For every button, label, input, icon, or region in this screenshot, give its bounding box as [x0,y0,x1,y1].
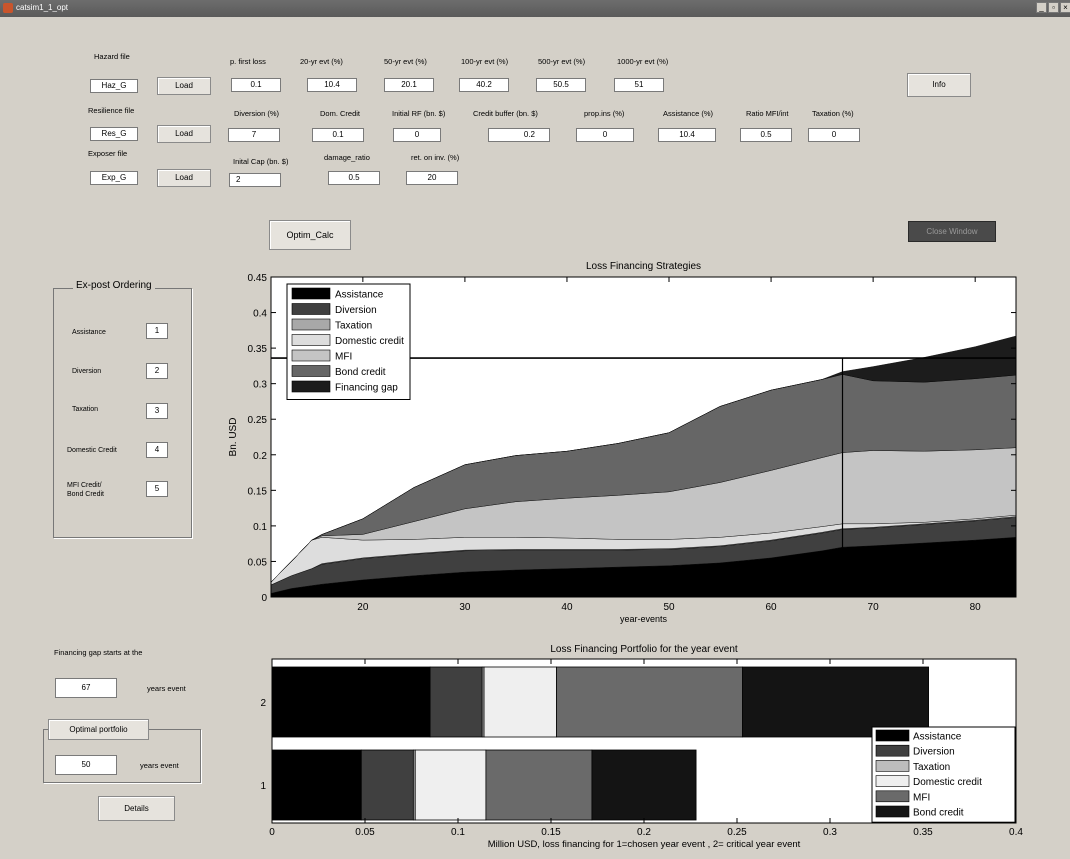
y-tick-label: 0.45 [248,273,268,284]
x-tick-label: 20 [357,602,369,613]
bar-legend-swatch-mfi [875,790,910,803]
y-tick-label: 0.15 [248,486,268,497]
legend-label-mfi: MFI [335,352,352,363]
loss-financing-strategies-chart: 0 0.05 0.1 0.15 0.2 0.25 0.3 0.35 0.4 0.45 20 30 40 5… [228,261,1017,624]
bar-legend-label-taxation: Taxation [913,762,950,773]
legend-swatch-financing-gap [291,380,331,393]
bar-1-mfi [485,749,593,821]
charts-canvas: 00.050.10.150.20.250.30.350.40.4520 30 40 5… [228,261,1023,850]
y-tick-label: 0.3 [253,380,267,391]
chart-title: Loss Financing Strategies [586,261,701,272]
x-tick-label: 60 [766,602,778,613]
x-tick-label: 80 [970,602,982,613]
bar-legend-swatch-domestic-credit [875,775,910,787]
bar-x-tick-label: 0.15 [541,827,561,838]
y-tick-label: 0.2 [253,451,267,462]
bar-x-tick-label: 0.1 [451,827,465,838]
x-tick-label: 70 [868,602,880,613]
legend-swatch-assistance [291,287,331,300]
bar-x-tick-label: 0 [269,827,275,838]
bar-legend-swatch-bond-credit [875,805,910,818]
bar-1-bond-credit [591,749,697,821]
bar-legend-swatch-taxation [875,760,910,772]
bar-x-tick-label: 0.25 [727,827,747,838]
bar-legend-label-assistance: Assistance [913,732,962,743]
bar-legend-label-diversion: Diversion [913,747,955,758]
x-tick-label: 50 [663,602,675,613]
legend-label-taxation: Taxation [335,321,372,332]
bar-2-domestic-credit [483,666,557,738]
legend-label-financing-gap: Financing gap [335,383,398,394]
bar-legend-swatch-assistance [875,729,910,742]
legend-swatch-domestic-credit [291,334,331,346]
bar-x-axis-label: Million USD, loss financing for 1=chosen… [488,839,801,850]
bar-x-tick-label: 0.3 [823,827,837,838]
legend-swatch-taxation [291,318,331,331]
legend-label-diversion: Diversion [335,305,377,316]
bar-2-diversion [429,666,483,738]
bar-legend-label-domestic-credit: Domestic credit [913,777,982,788]
bar-2-assistance [271,666,431,738]
bar-x-tick-label: 0.35 [913,827,933,838]
x-tick-label: 30 [459,602,471,613]
y-tick-label: 0.25 [248,415,268,426]
bar-category-label: 1 [260,781,266,792]
bar-1-domestic-credit [414,749,487,821]
bar-x-tick-label: 0.4 [1009,827,1023,838]
legend-swatch-diversion [291,303,331,315]
x-tick-label: 40 [561,602,573,613]
bar-2-mfi [556,666,743,738]
bar-x-tick-label: 0.2 [637,827,651,838]
y-axis-label: Bn. USD [228,418,239,457]
bar-legend-swatch-diversion [875,744,910,757]
legend-label-domestic-credit: Domestic credit [335,336,404,347]
legend-swatch-bond-credit [291,365,331,377]
legend-label-assistance: Assistance [335,290,384,301]
bar-x-tick-label: 0.05 [355,827,375,838]
y-tick-label: 0.4 [253,309,267,320]
y-tick-label: 0.35 [248,344,268,355]
bar-chart-title: Loss Financing Portfolio for the year ev… [550,644,738,655]
bar-1-assistance [271,749,362,821]
y-tick-label: 0.1 [253,522,267,533]
x-axis-label: year-events [620,614,668,624]
bar-category-label: 2 [260,698,266,709]
y-tick-label: 0.05 [248,557,268,568]
legend-label-bond-credit: Bond credit [335,367,386,378]
bar-legend-label-bond-credit: Bond credit [913,808,964,819]
legend-swatch-mfi [291,349,331,362]
y-tick-label: 0 [261,593,267,604]
bar-1-diversion [360,749,414,821]
bar-legend-label-mfi: MFI [913,792,930,803]
loss-financing-portfolio-chart: 1 2 0 0.05 0.1 0.15 0.2 0.25 0.3 0.35 0.4 Loss Fina… [260,644,1023,850]
